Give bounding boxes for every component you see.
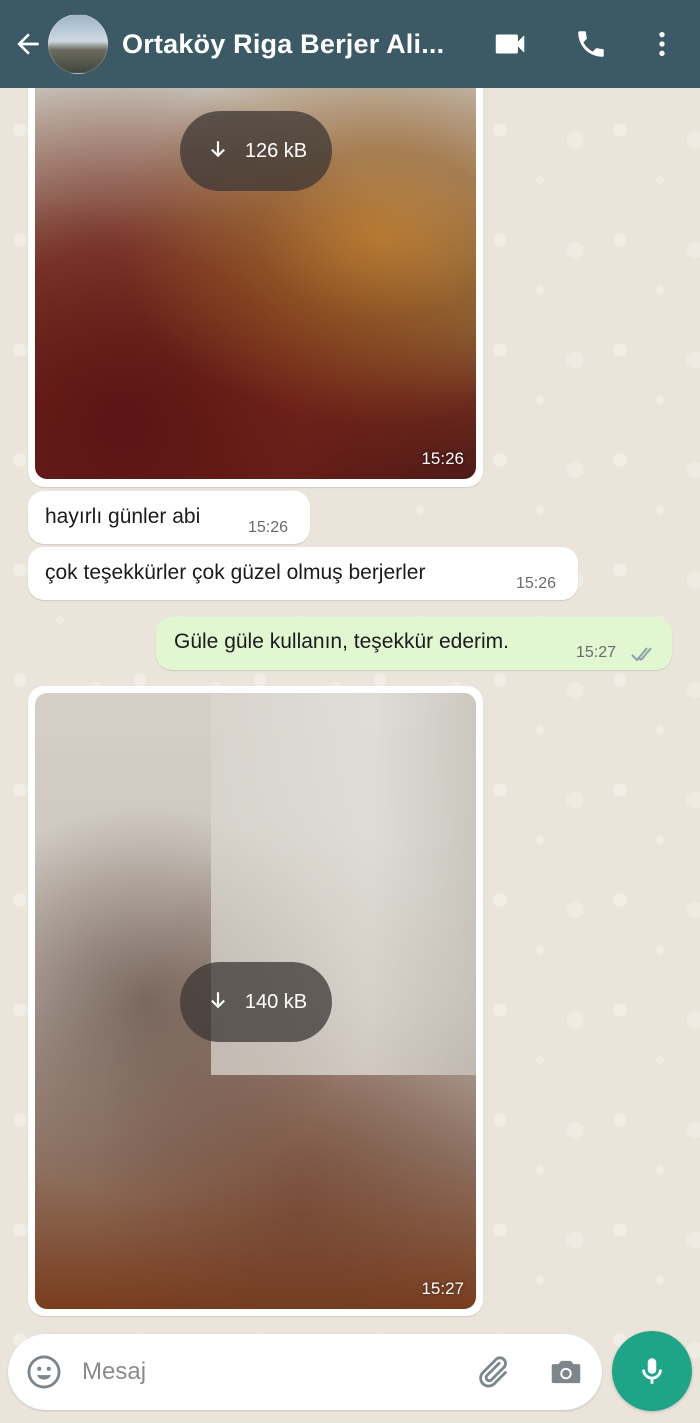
attach-button[interactable] [470, 1350, 514, 1394]
voice-call-button[interactable] [569, 22, 613, 66]
mic-icon [642, 1358, 662, 1384]
message-time: 15:26 [248, 519, 289, 536]
contact-name[interactable]: Ortaköy Riga Berjer Ali... [122, 29, 462, 60]
double-check-icon [631, 647, 652, 662]
more-options-icon [659, 32, 665, 56]
blurred-image-preview[interactable]: 140 kB 15:27 [35, 693, 476, 1309]
message-input[interactable] [82, 1352, 442, 1392]
more-options-button[interactable] [640, 22, 684, 66]
message-time: 15:26 [421, 449, 464, 468]
message-text: çok teşekkürler çok güzel olmuş berjerle… [45, 561, 426, 584]
outgoing-text-message[interactable]: Güle güle kullanın, teşekkür ederim. 15:… [156, 617, 672, 670]
video-call-icon [495, 34, 525, 54]
message-time: 15:27 [421, 1279, 464, 1298]
message-list[interactable]: 126 kB 15:26 hayırlı günler abi 15:26 ço… [0, 88, 700, 1328]
incoming-text-message[interactable]: hayırlı günler abi 15:26 [28, 491, 310, 544]
message-time: 15:26 [516, 575, 557, 592]
emoji-icon [27, 1355, 61, 1389]
video-call-button[interactable] [488, 22, 532, 66]
blurred-image-preview[interactable]: 126 kB 15:26 [35, 88, 476, 479]
download-button[interactable]: 140 kB [180, 962, 332, 1042]
back-button[interactable] [0, 0, 46, 88]
download-icon [210, 992, 225, 1009]
message-time: 15:27 [576, 644, 617, 661]
attach-icon [479, 1356, 507, 1388]
message-text: Güle güle kullanın, teşekkür ederim. [174, 630, 510, 653]
voice-record-button[interactable] [612, 1331, 692, 1411]
phone-icon [578, 31, 604, 57]
chat-header: Ortaköy Riga Berjer Ali... [0, 0, 700, 88]
emoji-button[interactable] [22, 1350, 66, 1394]
file-size: 140 kB [244, 990, 308, 1013]
incoming-text-message[interactable]: çok teşekkürler çok güzel olmuş berjerle… [28, 547, 578, 600]
message-text: hayırlı günler abi [45, 505, 201, 528]
incoming-image-message[interactable]: 140 kB 15:27 [28, 686, 483, 1316]
back-arrow-icon [17, 33, 39, 55]
incoming-image-message[interactable]: 126 kB 15:26 [28, 88, 483, 487]
download-button[interactable]: 126 kB [180, 111, 332, 191]
download-icon [210, 141, 225, 158]
contact-avatar[interactable] [48, 14, 108, 74]
camera-icon [551, 1360, 581, 1384]
file-size: 126 kB [244, 139, 308, 162]
camera-button[interactable] [544, 1350, 588, 1394]
message-composer [8, 1334, 602, 1410]
